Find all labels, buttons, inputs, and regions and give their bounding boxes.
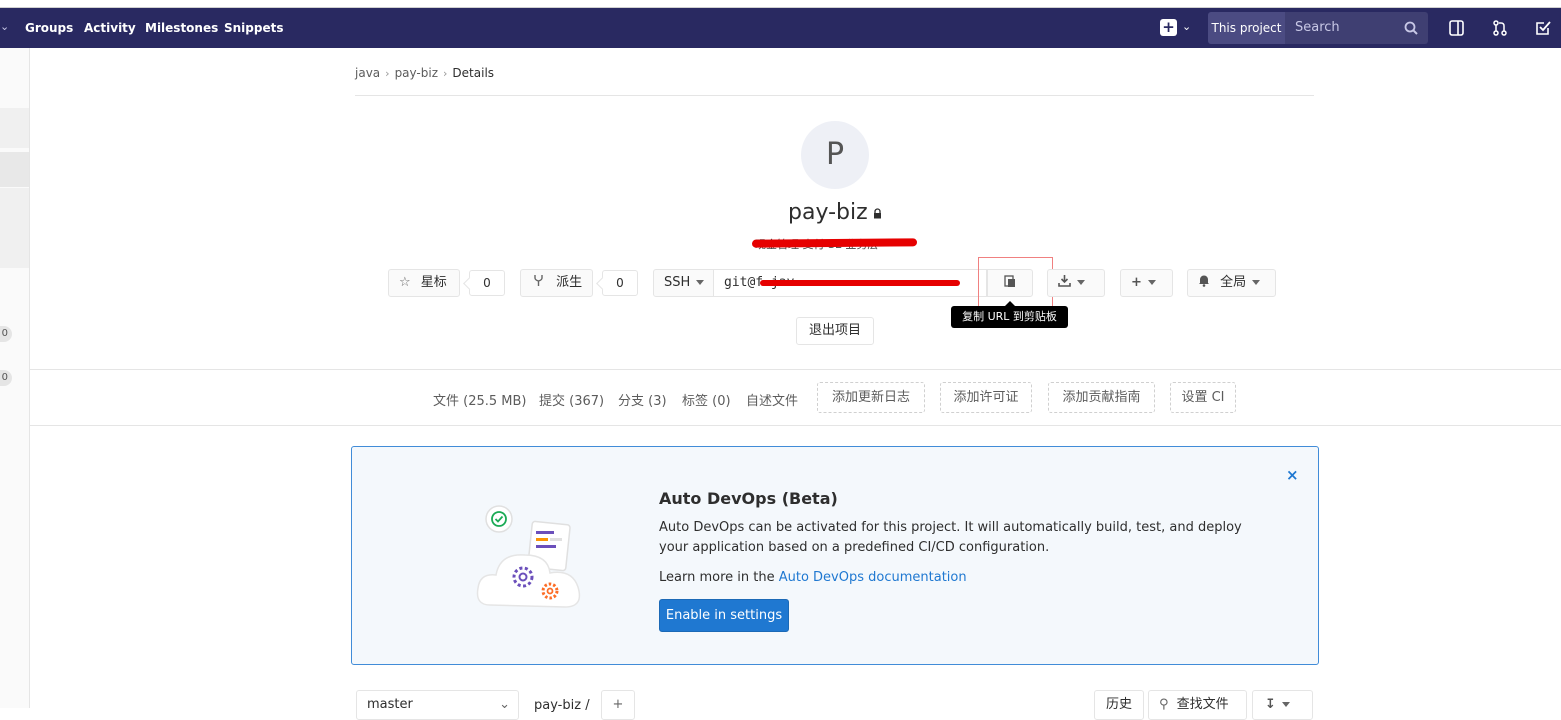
auto-devops-text: your application based on a predefined C… (659, 540, 1050, 555)
new-item-plus-icon[interactable]: + (1160, 19, 1177, 36)
todo-checkbox-icon[interactable] (1534, 19, 1552, 37)
add-license-button[interactable]: 添加许可证 (940, 382, 1032, 413)
copy-url-tooltip: 复制 URL 到剪贴板 (951, 301, 1068, 328)
project-title: pay-biz (788, 200, 868, 225)
caret-down-icon (1281, 702, 1290, 707)
stat-branches[interactable]: 分支 (3) (618, 390, 667, 409)
caret-down-icon (696, 280, 705, 285)
auto-devops-text: Auto DevOps can be activated for this pr… (659, 520, 1242, 535)
add-dropdown[interactable]: + (1120, 269, 1173, 297)
download-dropdown[interactable]: ↧ (1252, 690, 1313, 720)
caret-down-icon (1077, 280, 1085, 285)
caret-down-icon (1252, 280, 1261, 285)
download-icon: ↧ (1265, 697, 1276, 712)
star-icon: ☆ (399, 275, 411, 290)
breadcrumb-item-project[interactable]: pay-biz (395, 66, 438, 80)
chevron-down-icon[interactable]: ⌄ (0, 20, 9, 33)
window-top-edge (0, 0, 1561, 8)
lock-icon (874, 208, 881, 219)
chevron-down-icon: ⌄ (499, 697, 510, 712)
breadcrumb: java › pay-biz › Details (355, 66, 494, 80)
divider (355, 95, 1314, 96)
redaction-mark (751, 238, 918, 248)
redaction-mark (760, 280, 960, 286)
sidebar-item[interactable] (0, 188, 29, 268)
stat-readme[interactable]: 自述文件 (746, 390, 798, 409)
nav-groups[interactable]: Groups (25, 21, 73, 35)
nav-milestones[interactable]: Milestones (145, 21, 218, 35)
breadcrumb-item-details[interactable]: Details (452, 66, 494, 80)
search-scope-badge[interactable]: This project (1208, 12, 1285, 44)
sidebar-item[interactable] (0, 108, 29, 148)
chevron-right-icon: › (443, 67, 448, 80)
left-sidebar: 0 0 (0, 48, 30, 708)
search-icon: ⚲ (1159, 697, 1169, 712)
bell-icon (1199, 275, 1209, 287)
auto-devops-docs-link[interactable]: Auto DevOps documentation (779, 570, 967, 585)
fork-icon (534, 275, 543, 286)
sidebar-toggle-icon[interactable] (1448, 19, 1466, 37)
close-icon[interactable]: × (1286, 466, 1299, 484)
sidebar-count-badge: 0 (0, 370, 12, 386)
clone-protocol-dropdown[interactable]: SSH (653, 269, 714, 297)
devops-illustration (476, 505, 581, 608)
sidebar-item-active[interactable] (0, 152, 29, 187)
plus-icon: + (612, 697, 624, 712)
nav-snippets[interactable]: Snippets (224, 21, 284, 35)
branch-selector[interactable]: master ⌄ (356, 690, 519, 720)
caret-down-icon (1147, 280, 1156, 285)
divider (30, 369, 1561, 370)
download-icon (1058, 275, 1071, 287)
add-changelog-button[interactable]: 添加更新日志 (817, 382, 925, 413)
fork-button[interactable]: 派生 (520, 269, 593, 297)
star-count[interactable]: 0 (469, 270, 505, 296)
add-contributing-button[interactable]: 添加贡献指南 (1048, 382, 1155, 413)
star-button[interactable]: ☆ 星标 (388, 269, 460, 297)
history-button[interactable]: 历史 (1094, 690, 1144, 720)
stat-commits[interactable]: 提交 (367) (539, 390, 604, 409)
breadcrumb-item-java[interactable]: java (355, 66, 380, 80)
notification-dropdown[interactable]: 全局 (1187, 269, 1276, 297)
top-navbar: ⌄ Groups Activity Milestones Snippets + … (0, 8, 1561, 48)
nav-activity[interactable]: Activity (84, 21, 136, 35)
stat-files[interactable]: 文件 (25.5 MB) (433, 390, 527, 409)
add-file-dropdown[interactable]: + (601, 690, 635, 720)
download-dropdown[interactable] (1047, 269, 1105, 297)
auto-devops-title: Auto DevOps (Beta) (659, 489, 838, 508)
chevron-right-icon: › (385, 67, 390, 80)
auto-devops-learn-more: Learn more in the Auto DevOps documentat… (659, 570, 967, 585)
leave-project-button[interactable]: 退出项目 (796, 317, 874, 345)
setup-ci-button[interactable]: 设置 CI (1170, 382, 1236, 413)
chevron-down-icon[interactable]: ⌄ (1182, 20, 1191, 33)
search-icon[interactable] (1404, 21, 1418, 35)
plus-icon: + (1131, 275, 1142, 290)
divider (30, 425, 1561, 426)
sidebar-count-badge: 0 (0, 326, 12, 342)
annotation-highlight-box (978, 257, 1053, 310)
repo-path: pay-biz / (534, 698, 590, 713)
project-avatar: P (801, 121, 869, 189)
stat-tags[interactable]: 标签 (0) (682, 390, 731, 409)
find-file-button[interactable]: ⚲ 查找文件 (1148, 690, 1247, 720)
fork-count[interactable]: 0 (602, 270, 638, 296)
enable-in-settings-button[interactable]: Enable in settings (659, 599, 789, 632)
merge-request-icon[interactable] (1491, 19, 1509, 37)
